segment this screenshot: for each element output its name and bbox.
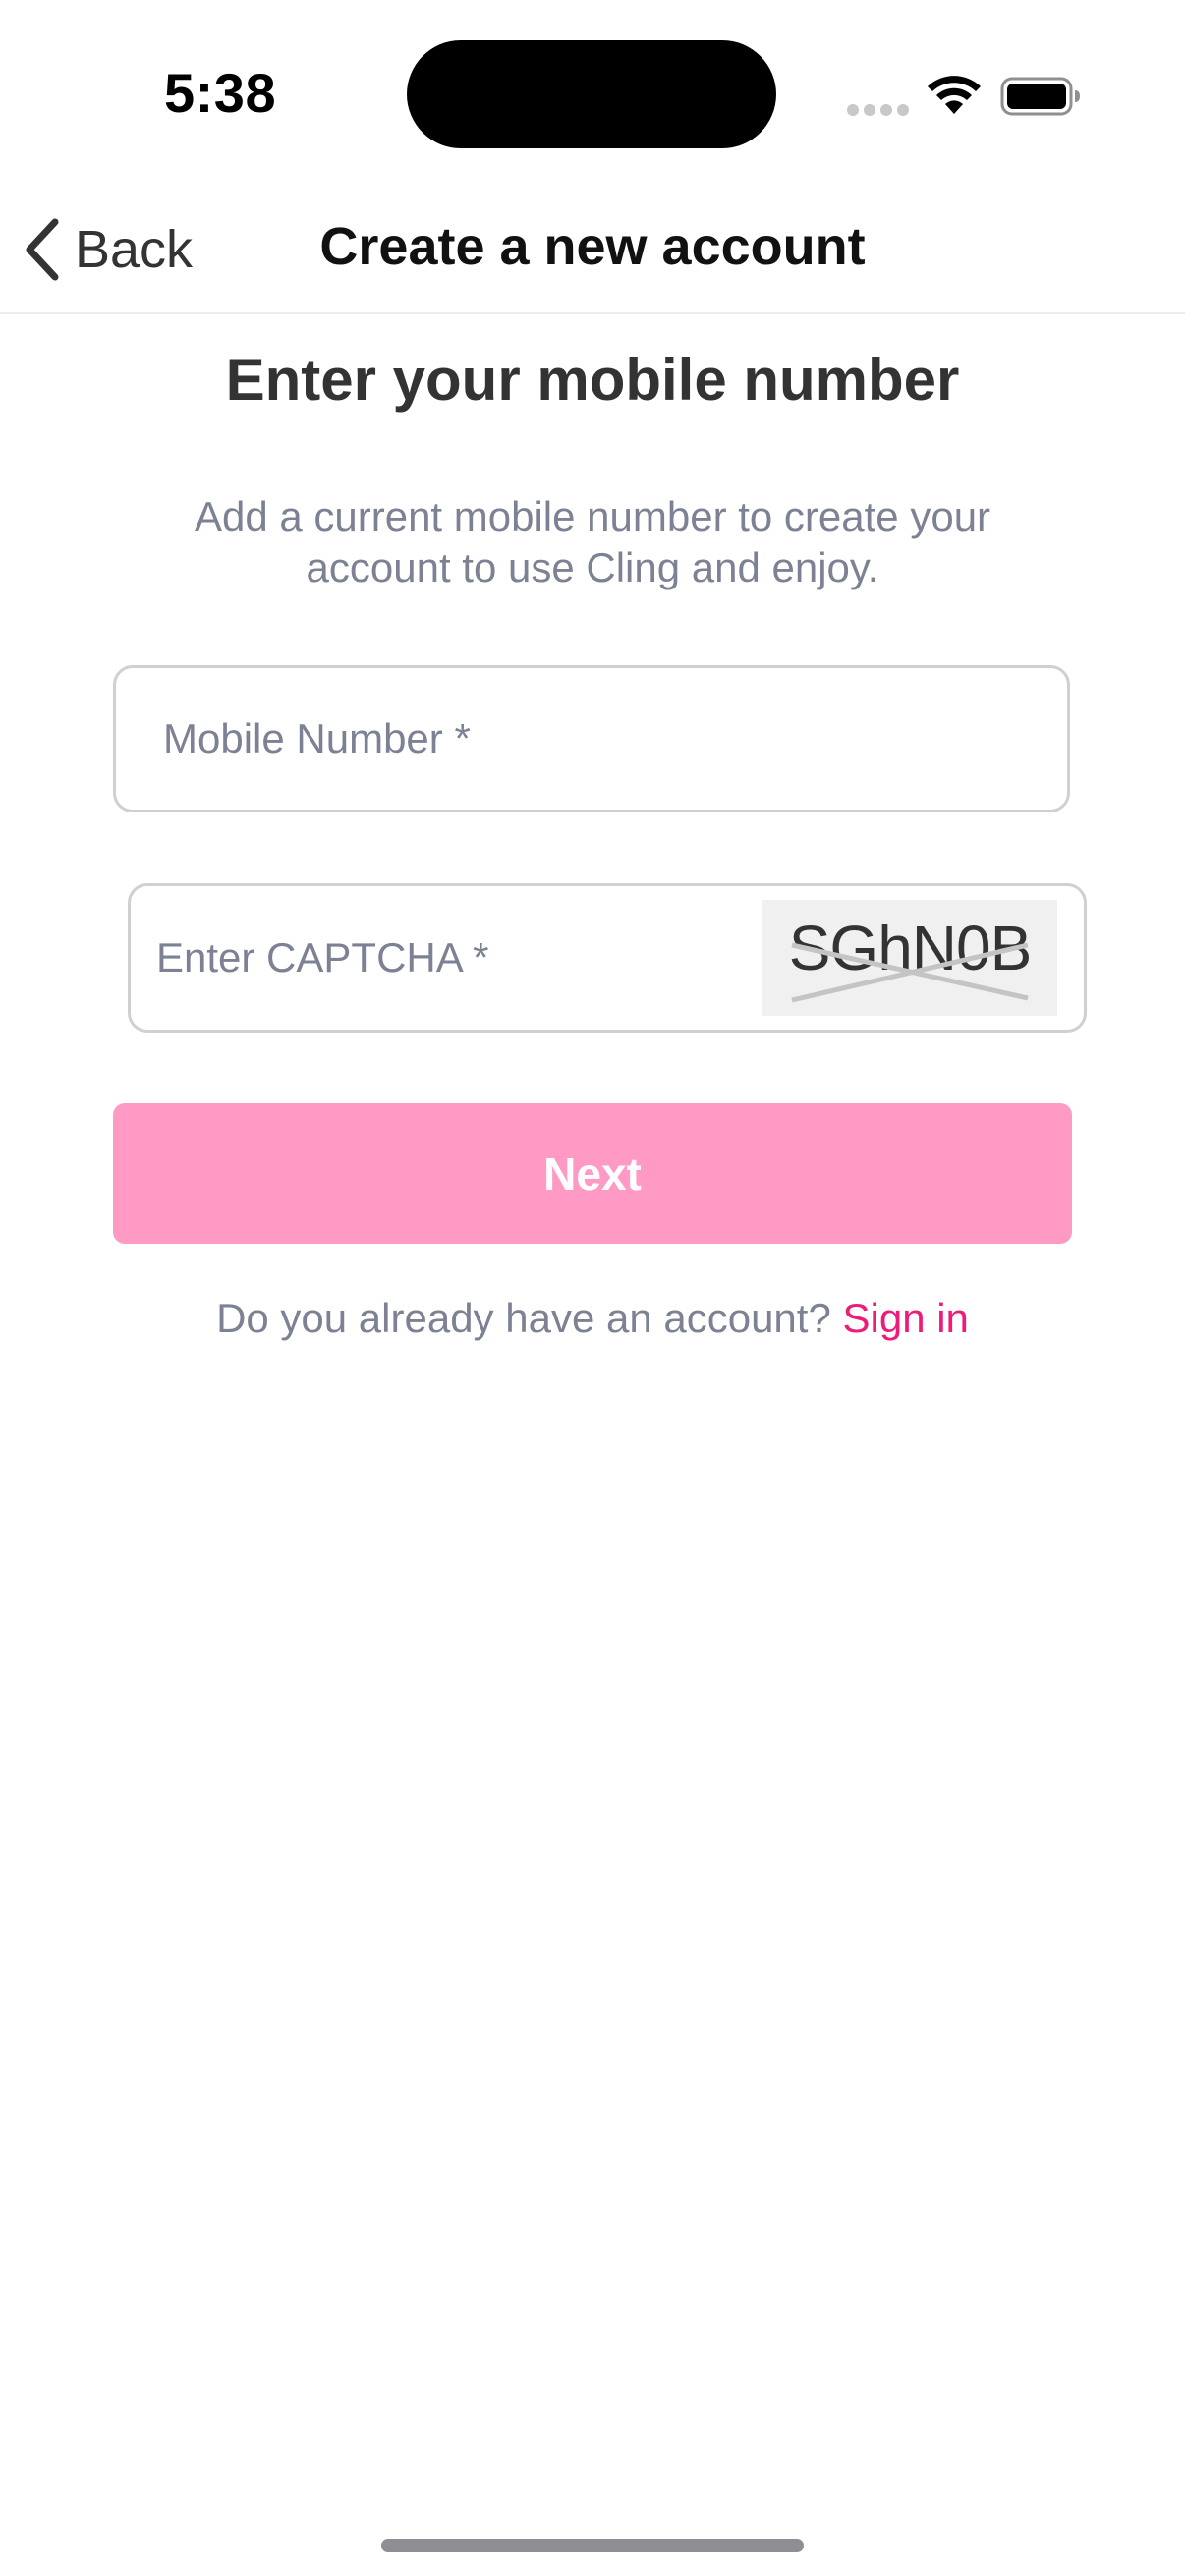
page-heading: Enter your mobile number (225, 347, 960, 413)
nav-bar: Back Create a new account (0, 187, 1185, 314)
next-button[interactable]: Next (113, 1103, 1072, 1244)
wifi-icon (928, 76, 981, 114)
page-description: Add a current mobile number to create yo… (194, 493, 991, 590)
home-indicator (381, 2539, 804, 2552)
signin-link[interactable]: Sign in (843, 1295, 969, 1341)
signin-prompt: Do you already have an account? (216, 1295, 831, 1341)
mobile-number-field[interactable] (113, 665, 1070, 812)
captcha-noise-lines (791, 942, 1029, 1003)
captcha-image[interactable]: SGhN0B (762, 900, 1057, 1016)
status-time: 5:38 (164, 62, 277, 124)
battery-icon (1000, 77, 1080, 116)
nav-title: Create a new account (319, 217, 866, 276)
signin-row: Do you already have an account? Sign in (0, 1295, 1185, 1342)
signal-dots-icon (847, 104, 909, 116)
captcha-field[interactable]: SGhN0B (128, 883, 1087, 1033)
dynamic-island (407, 40, 776, 148)
captcha-input[interactable] (156, 886, 746, 1030)
mobile-number-input[interactable] (163, 668, 1028, 810)
